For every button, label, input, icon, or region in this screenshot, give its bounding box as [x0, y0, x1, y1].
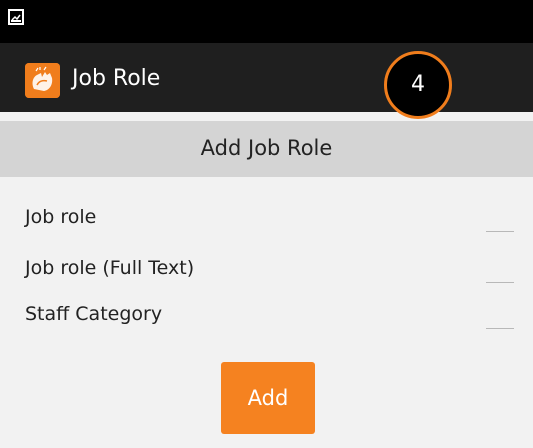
staff-category-input[interactable]	[486, 318, 514, 329]
app-title: Job Role	[72, 66, 161, 91]
form-header: Add Job Role	[0, 121, 533, 177]
step-number-badge: 4	[384, 51, 452, 119]
image-notification-icon	[8, 9, 24, 25]
hands-icon	[25, 63, 60, 98]
job-role-input[interactable]	[486, 221, 514, 232]
job-role-full-text-label: Job role (Full Text)	[25, 257, 195, 279]
staff-category-row: Staff Category	[0, 294, 533, 340]
job-role-label: Job role	[25, 206, 97, 228]
add-button[interactable]: Add	[221, 362, 315, 434]
staff-category-label: Staff Category	[25, 303, 163, 325]
job-role-full-text-row: Job role (Full Text)	[0, 248, 533, 294]
app-logo-icon[interactable]	[25, 63, 60, 98]
job-role-full-text-input[interactable]	[486, 272, 514, 283]
action-bar: Job Role 4	[0, 43, 533, 119]
status-bar	[0, 0, 533, 43]
job-role-row: Job role	[0, 197, 533, 243]
